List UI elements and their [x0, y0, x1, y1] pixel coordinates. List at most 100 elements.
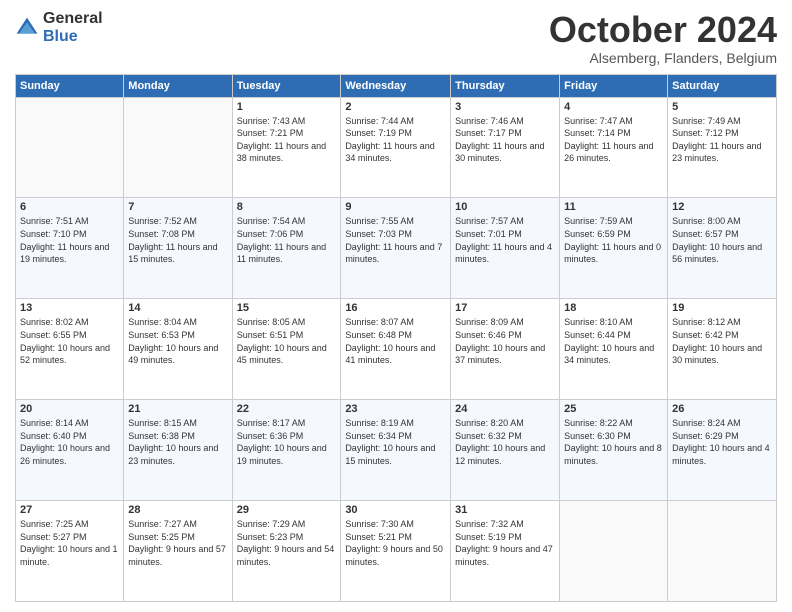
location: Alsemberg, Flanders, Belgium: [549, 50, 777, 66]
week-row-2: 6 Sunrise: 7:51 AMSunset: 7:10 PMDaylight…: [16, 198, 777, 299]
day-info: Sunrise: 8:05 AMSunset: 6:51 PMDaylight:…: [237, 316, 337, 366]
day-info: Sunrise: 7:54 AMSunset: 7:06 PMDaylight:…: [237, 215, 337, 265]
day-cell: 1 Sunrise: 7:43 AMSunset: 7:21 PMDaylight…: [232, 97, 341, 198]
col-sunday: Sunday: [16, 74, 124, 97]
day-cell: 12Sunrise: 8:00 AMSunset: 6:57 PMDayligh…: [668, 198, 777, 299]
page: General Blue October 2024 Alsemberg, Fla…: [0, 0, 792, 612]
day-info: Sunrise: 7:30 AMSunset: 5:21 PMDaylight:…: [345, 518, 446, 568]
day-info: Sunrise: 8:12 AMSunset: 6:42 PMDaylight:…: [672, 316, 772, 366]
day-cell: [16, 97, 124, 198]
day-info: Sunrise: 8:14 AMSunset: 6:40 PMDaylight:…: [20, 417, 119, 467]
day-cell: 4 Sunrise: 7:47 AMSunset: 7:14 PMDaylight…: [560, 97, 668, 198]
day-cell: 18 Sunrise: 8:10 AMSunset: 6:44 PMDayligh…: [560, 299, 668, 400]
day-number: 4: [564, 101, 663, 113]
day-cell: 30 Sunrise: 7:30 AMSunset: 5:21 PMDayligh…: [341, 501, 451, 602]
day-number: 25: [564, 403, 663, 415]
day-info: Sunrise: 8:15 AMSunset: 6:38 PMDaylight:…: [128, 417, 227, 467]
day-cell: 16Sunrise: 8:07 AMSunset: 6:48 PMDayligh…: [341, 299, 451, 400]
day-info: Sunrise: 7:55 AMSunset: 7:03 PMDaylight:…: [345, 215, 446, 265]
day-cell: 26 Sunrise: 8:24 AMSunset: 6:29 PMDayligh…: [668, 400, 777, 501]
day-cell: 25 Sunrise: 8:22 AMSunset: 6:30 PMDayligh…: [560, 400, 668, 501]
day-cell: 6 Sunrise: 7:51 AMSunset: 7:10 PMDaylight…: [16, 198, 124, 299]
day-cell: 21 Sunrise: 8:15 AMSunset: 6:38 PMDayligh…: [124, 400, 232, 501]
header: General Blue October 2024 Alsemberg, Fla…: [15, 10, 777, 66]
day-info: Sunrise: 7:51 AMSunset: 7:10 PMDaylight:…: [20, 215, 119, 265]
day-number: 1: [237, 101, 337, 113]
month-title: October 2024: [549, 10, 777, 50]
day-info: Sunrise: 7:59 AMSunset: 6:59 PMDaylight:…: [564, 215, 663, 265]
day-cell: 19 Sunrise: 8:12 AMSunset: 6:42 PMDayligh…: [668, 299, 777, 400]
day-info: Sunrise: 7:52 AMSunset: 7:08 PMDaylight:…: [128, 215, 227, 265]
col-tuesday: Tuesday: [232, 74, 341, 97]
col-wednesday: Wednesday: [341, 74, 451, 97]
day-info: Sunrise: 8:17 AMSunset: 6:36 PMDaylight:…: [237, 417, 337, 467]
day-number: 10: [455, 201, 555, 213]
week-row-3: 13Sunrise: 8:02 AMSunset: 6:55 PMDayligh…: [16, 299, 777, 400]
day-number: 11: [564, 201, 663, 213]
day-cell: 17 Sunrise: 8:09 AMSunset: 6:46 PMDayligh…: [451, 299, 560, 400]
day-number: 8: [237, 201, 337, 213]
day-number: 12: [672, 201, 772, 213]
day-info: Sunrise: 7:29 AMSunset: 5:23 PMDaylight:…: [237, 518, 337, 568]
day-info: Sunrise: 7:44 AMSunset: 7:19 PMDaylight:…: [345, 115, 446, 165]
day-number: 29: [237, 504, 337, 516]
day-number: 27: [20, 504, 119, 516]
day-number: 22: [237, 403, 337, 415]
day-number: 26: [672, 403, 772, 415]
day-cell: 14 Sunrise: 8:04 AMSunset: 6:53 PMDayligh…: [124, 299, 232, 400]
day-info: Sunrise: 8:10 AMSunset: 6:44 PMDaylight:…: [564, 316, 663, 366]
day-info: Sunrise: 7:25 AMSunset: 5:27 PMDaylight:…: [20, 518, 119, 568]
day-info: Sunrise: 8:19 AMSunset: 6:34 PMDaylight:…: [345, 417, 446, 467]
day-info: Sunrise: 7:49 AMSunset: 7:12 PMDaylight:…: [672, 115, 772, 165]
day-info: Sunrise: 7:32 AMSunset: 5:19 PMDaylight:…: [455, 518, 555, 568]
day-number: 6: [20, 201, 119, 213]
col-monday: Monday: [124, 74, 232, 97]
day-info: Sunrise: 7:43 AMSunset: 7:21 PMDaylight:…: [237, 115, 337, 165]
day-number: 21: [128, 403, 227, 415]
day-info: Sunrise: 8:20 AMSunset: 6:32 PMDaylight:…: [455, 417, 555, 467]
day-number: 5: [672, 101, 772, 113]
day-cell: 13Sunrise: 8:02 AMSunset: 6:55 PMDayligh…: [16, 299, 124, 400]
logo-icon: [15, 16, 39, 40]
day-cell: 20Sunrise: 8:14 AMSunset: 6:40 PMDayligh…: [16, 400, 124, 501]
header-row: Sunday Monday Tuesday Wednesday Thursday…: [16, 74, 777, 97]
col-thursday: Thursday: [451, 74, 560, 97]
day-number: 15: [237, 302, 337, 314]
calendar-table: Sunday Monday Tuesday Wednesday Thursday…: [15, 74, 777, 602]
day-cell: [560, 501, 668, 602]
day-number: 31: [455, 504, 555, 516]
day-number: 18: [564, 302, 663, 314]
day-info: Sunrise: 8:24 AMSunset: 6:29 PMDaylight:…: [672, 417, 772, 467]
day-number: 14: [128, 302, 227, 314]
col-friday: Friday: [560, 74, 668, 97]
logo-text: General Blue: [43, 10, 103, 46]
logo-general: General: [43, 10, 103, 27]
day-cell: 3Sunrise: 7:46 AMSunset: 7:17 PMDaylight…: [451, 97, 560, 198]
day-number: 3: [455, 101, 555, 113]
day-number: 30: [345, 504, 446, 516]
day-cell: 9 Sunrise: 7:55 AMSunset: 7:03 PMDaylight…: [341, 198, 451, 299]
day-info: Sunrise: 8:07 AMSunset: 6:48 PMDaylight:…: [345, 316, 446, 366]
day-cell: [668, 501, 777, 602]
day-info: Sunrise: 7:47 AMSunset: 7:14 PMDaylight:…: [564, 115, 663, 165]
day-info: Sunrise: 7:57 AMSunset: 7:01 PMDaylight:…: [455, 215, 555, 265]
day-info: Sunrise: 8:02 AMSunset: 6:55 PMDaylight:…: [20, 316, 119, 366]
day-number: 2: [345, 101, 446, 113]
day-cell: 7Sunrise: 7:52 AMSunset: 7:08 PMDaylight…: [124, 198, 232, 299]
day-cell: 22 Sunrise: 8:17 AMSunset: 6:36 PMDayligh…: [232, 400, 341, 501]
day-cell: 31 Sunrise: 7:32 AMSunset: 5:19 PMDayligh…: [451, 501, 560, 602]
logo: General Blue: [15, 10, 103, 46]
day-cell: 5 Sunrise: 7:49 AMSunset: 7:12 PMDaylight…: [668, 97, 777, 198]
logo-blue: Blue: [43, 28, 78, 45]
day-number: 19: [672, 302, 772, 314]
day-number: 23: [345, 403, 446, 415]
day-number: 28: [128, 504, 227, 516]
day-cell: 10 Sunrise: 7:57 AMSunset: 7:01 PMDayligh…: [451, 198, 560, 299]
day-info: Sunrise: 8:22 AMSunset: 6:30 PMDaylight:…: [564, 417, 663, 467]
day-info: Sunrise: 8:09 AMSunset: 6:46 PMDaylight:…: [455, 316, 555, 366]
col-saturday: Saturday: [668, 74, 777, 97]
day-number: 17: [455, 302, 555, 314]
day-cell: 15 Sunrise: 8:05 AMSunset: 6:51 PMDayligh…: [232, 299, 341, 400]
day-info: Sunrise: 8:04 AMSunset: 6:53 PMDaylight:…: [128, 316, 227, 366]
day-number: 9: [345, 201, 446, 213]
